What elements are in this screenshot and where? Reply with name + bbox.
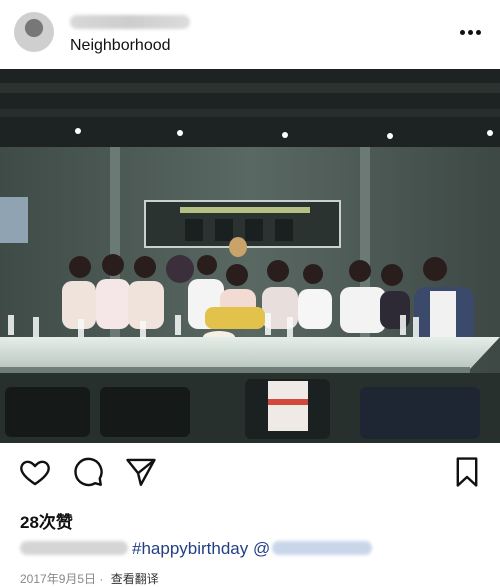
caption-mention[interactable]: @ [253,539,270,558]
avatar[interactable] [14,12,54,52]
post-photo[interactable] [0,69,500,443]
likes-count[interactable]: 28次赞 [20,508,73,533]
comment-bubble-icon[interactable] [71,455,107,491]
post-date-row: 2017年9月5日 · 查看翻译 [20,570,159,587]
see-translation-link[interactable]: 查看翻译 [111,572,159,586]
heart-icon[interactable] [18,455,54,491]
send-icon[interactable] [124,455,160,491]
post-date: 2017年9月5日 · [20,572,104,586]
username-redacted[interactable] [70,15,190,29]
caption-hashtag[interactable]: #happybirthday [132,539,248,558]
post-header: Neighborhood [0,0,500,68]
post-caption: #happybirthday @ [20,539,373,559]
more-options-icon[interactable] [460,30,482,36]
party-photo [0,69,500,443]
bookmark-icon[interactable] [450,455,486,491]
caption-username-redacted[interactable] [20,541,128,555]
caption-mention-redacted[interactable] [272,541,373,555]
location-label[interactable]: Neighborhood [70,37,171,55]
post-actions [0,455,500,495]
